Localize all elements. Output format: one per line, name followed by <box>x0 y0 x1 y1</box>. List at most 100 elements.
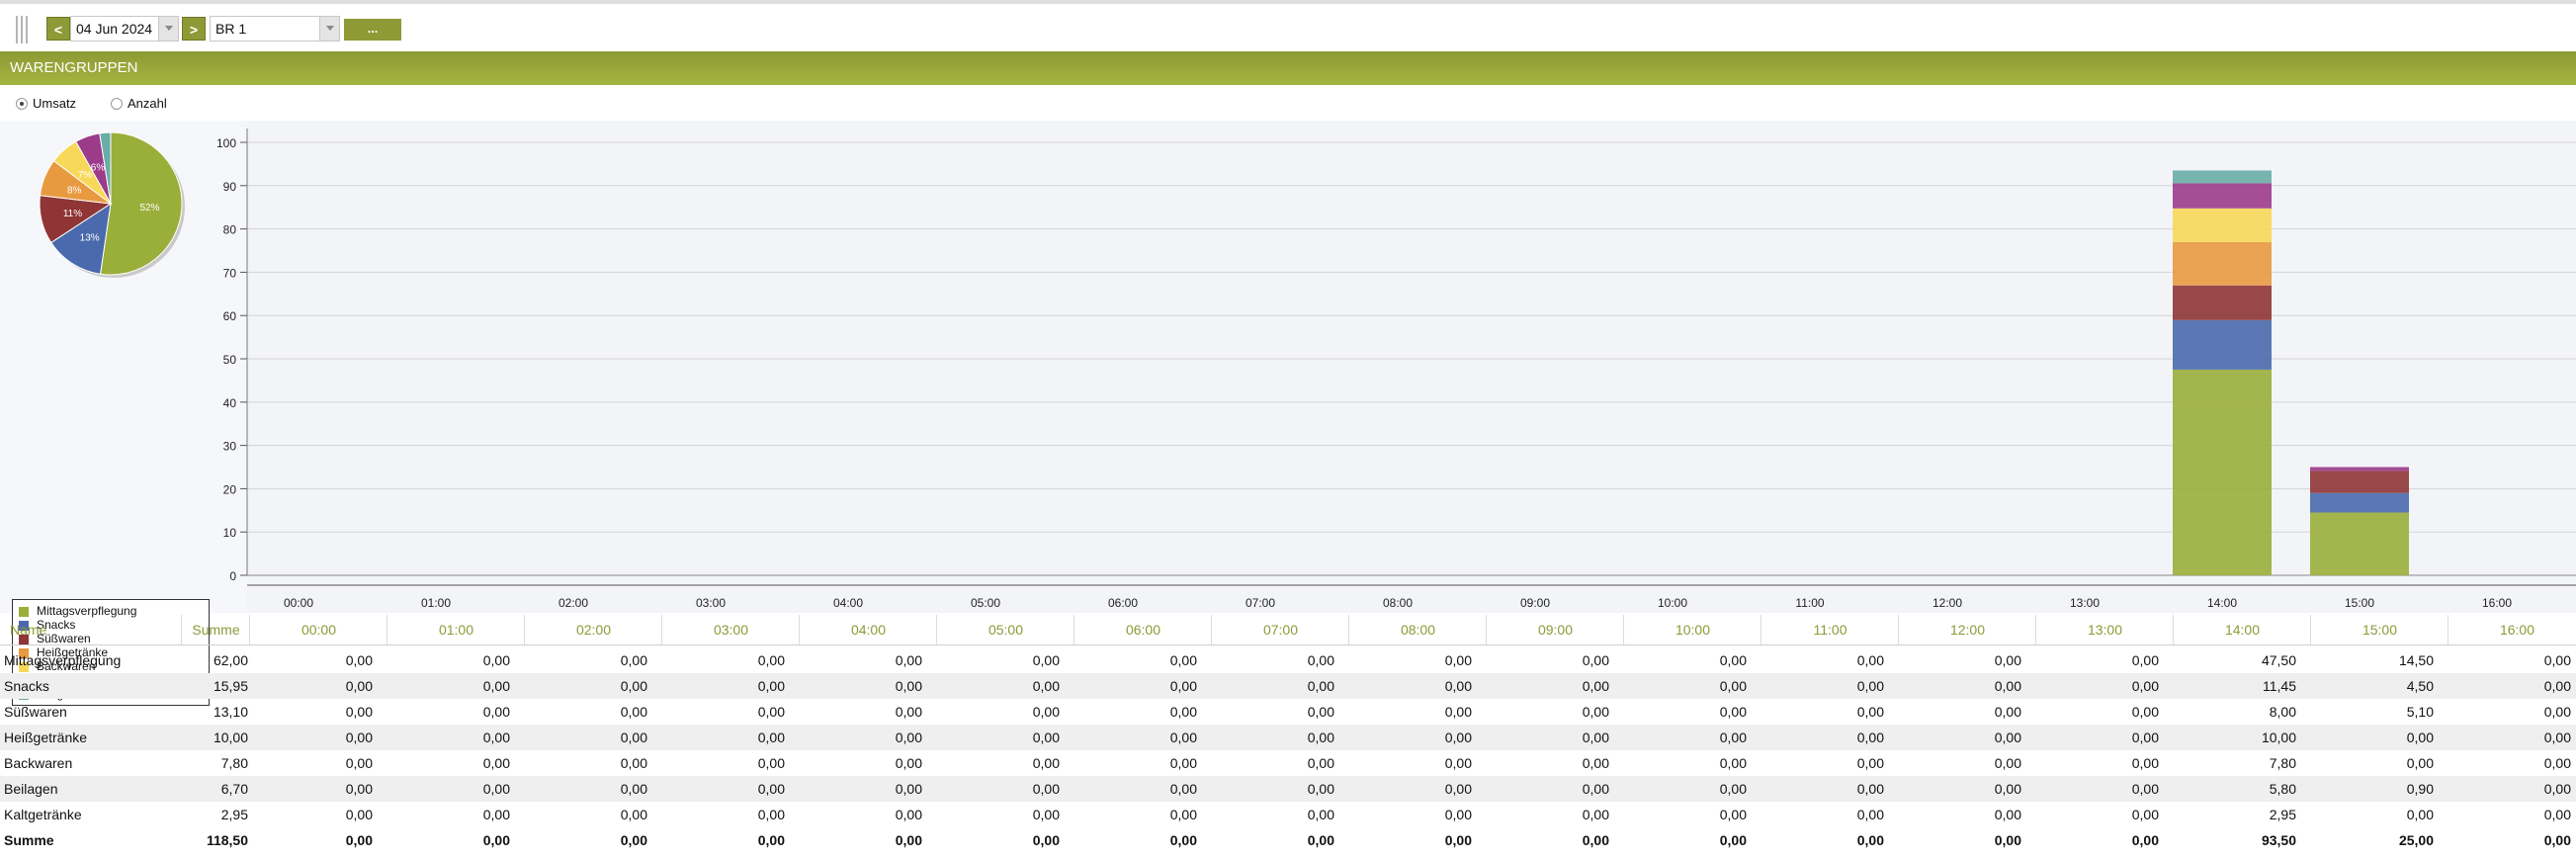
column-header-2[interactable]: 00:00 <box>249 615 387 644</box>
value-cell: 0,00 <box>529 750 647 776</box>
column-header-3[interactable]: 01:00 <box>386 615 525 644</box>
column-header-4[interactable]: 02:00 <box>524 615 662 644</box>
column-header-9[interactable]: 07:00 <box>1211 615 1349 644</box>
table-row[interactable]: Mittagsverpflegung62,000,000,000,000,000… <box>0 647 2576 673</box>
next-day-button[interactable]: > <box>182 17 206 41</box>
table-row[interactable]: Kaltgetränke2,950,000,000,000,000,000,00… <box>0 802 2576 827</box>
column-header-18[interactable]: 16:00 <box>2447 615 2576 644</box>
value-cell: 0,00 <box>1491 725 1609 750</box>
bar-15:00-Süßwaren[interactable] <box>2310 471 2409 492</box>
column-header-7[interactable]: 05:00 <box>936 615 1074 644</box>
column-header-12[interactable]: 10:00 <box>1623 615 1761 644</box>
x-tick-label-8: 08:00 <box>1383 596 1413 610</box>
radio-umsatz[interactable] <box>16 98 28 110</box>
column-header-11[interactable]: 09:00 <box>1486 615 1624 644</box>
column-header-16[interactable]: 14:00 <box>2173 615 2311 644</box>
value-cell: 0,00 <box>1216 750 1334 776</box>
bar-14:00-Kaltgetränke[interactable] <box>2173 170 2272 183</box>
value-cell: 0,00 <box>804 673 922 699</box>
value-cell: 0,00 <box>529 699 647 725</box>
bar-14:00-Beilagen[interactable] <box>2173 183 2272 208</box>
chevron-down-icon[interactable] <box>319 17 339 41</box>
value-cell: 0,00 <box>2452 673 2571 699</box>
value-cell: 0,00 <box>1353 673 1472 699</box>
table-row[interactable]: Snacks15,950,000,000,000,000,000,000,000… <box>0 673 2576 699</box>
value-cell: 0,00 <box>2452 827 2571 853</box>
bar-15:00-Mittagsverpflegung[interactable] <box>2310 512 2409 575</box>
value-cell: 0,00 <box>391 699 510 725</box>
value-cell: 0,00 <box>1078 776 1197 802</box>
column-header-1[interactable]: Summe <box>181 615 250 644</box>
column-header-17[interactable]: 15:00 <box>2310 615 2448 644</box>
bar-14:00-Heißgetränke[interactable] <box>2173 242 2272 286</box>
value-cell: 0,00 <box>941 725 1060 750</box>
value-cell: 8,00 <box>2178 699 2296 725</box>
row-name-cell: Snacks <box>4 673 49 699</box>
value-cell: 0,00 <box>1628 776 1747 802</box>
bar-14:00-Süßwaren[interactable] <box>2173 286 2272 320</box>
value-cell: 0,00 <box>1078 750 1197 776</box>
previous-day-button[interactable]: < <box>46 17 70 41</box>
drag-handle-icon[interactable] <box>14 16 28 43</box>
value-cell: 0,00 <box>1903 725 2021 750</box>
value-cell: 0,00 <box>1216 673 1334 699</box>
value-cell: 0,00 <box>1765 699 1884 725</box>
value-cell: 118,50 <box>129 827 248 853</box>
value-cell: 0,00 <box>2452 699 2571 725</box>
value-cell: 0,00 <box>529 725 647 750</box>
pie-label-3: 8% <box>67 185 82 196</box>
value-cell: 0,00 <box>2452 776 2571 802</box>
radio-anzahl[interactable] <box>111 98 123 110</box>
table-row[interactable]: Beilagen6,700,000,000,000,000,000,000,00… <box>0 776 2576 802</box>
table-row[interactable]: Süßwaren13,100,000,000,000,000,000,000,0… <box>0 699 2576 725</box>
value-cell: 0,00 <box>2040 647 2159 673</box>
section-title: WARENGRUPPEN <box>10 51 137 85</box>
row-name-cell: Kaltgetränke <box>4 802 82 827</box>
column-header-8[interactable]: 06:00 <box>1073 615 1212 644</box>
value-cell: 0,00 <box>254 725 373 750</box>
branch-select[interactable]: BR 1 <box>210 16 340 42</box>
radio-umsatz-label: Umsatz <box>33 96 76 111</box>
value-cell: 0,00 <box>666 827 785 853</box>
column-header-14[interactable]: 12:00 <box>1898 615 2036 644</box>
y-tick-label-3: 30 <box>223 440 237 454</box>
column-header-13[interactable]: 11:00 <box>1760 615 1899 644</box>
toolbar: < 04 Jun 2024 > BR 1 ... <box>0 4 2576 51</box>
chart-area: 52%13%11%8%7%6% 010203040506070809010000… <box>0 121 2576 613</box>
bar-15:00-Beilagen[interactable] <box>2310 468 2409 472</box>
value-cell: 5,80 <box>2178 776 2296 802</box>
row-name-cell: Beilagen <box>4 776 58 802</box>
value-cell: 0,00 <box>254 827 373 853</box>
value-cell: 0,00 <box>941 827 1060 853</box>
value-cell: 0,00 <box>529 802 647 827</box>
more-options-button[interactable]: ... <box>344 19 401 41</box>
value-cell: 11,45 <box>2178 673 2296 699</box>
bar-14:00-Snacks[interactable] <box>2173 320 2272 370</box>
bar-15:00-Snacks[interactable] <box>2310 493 2409 513</box>
value-cell: 10,00 <box>129 725 248 750</box>
chevron-down-icon[interactable] <box>158 17 178 41</box>
value-cell: 0,00 <box>1216 725 1334 750</box>
x-tick-label-11: 11:00 <box>1795 596 1824 610</box>
column-header-6[interactable]: 04:00 <box>799 615 937 644</box>
x-tick-label-13: 13:00 <box>2070 596 2100 610</box>
row-name-cell: Heißgetränke <box>4 725 87 750</box>
value-cell: 0,00 <box>254 802 373 827</box>
bar-14:00-Mittagsverpflegung[interactable] <box>2173 370 2272 575</box>
column-header-0[interactable]: Name <box>0 615 181 644</box>
table-row[interactable]: Heißgetränke10,000,000,000,000,000,000,0… <box>0 725 2576 750</box>
y-tick-label-10: 100 <box>216 136 236 150</box>
table-total-row: Summe118,500,000,000,000,000,000,000,000… <box>0 827 2576 853</box>
column-header-15[interactable]: 13:00 <box>2035 615 2174 644</box>
column-header-10[interactable]: 08:00 <box>1348 615 1487 644</box>
value-cell: 0,00 <box>529 647 647 673</box>
x-tick-label-9: 09:00 <box>1520 596 1550 610</box>
table-row[interactable]: Backwaren7,800,000,000,000,000,000,000,0… <box>0 750 2576 776</box>
x-tick-label-3: 03:00 <box>696 596 726 610</box>
bar-14:00-Backwaren[interactable] <box>2173 209 2272 242</box>
column-header-5[interactable]: 03:00 <box>661 615 800 644</box>
value-cell: 0,00 <box>1078 827 1197 853</box>
value-cell: 0,00 <box>1765 750 1884 776</box>
value-cell: 0,00 <box>2315 725 2434 750</box>
date-picker[interactable]: 04 Jun 2024 <box>70 16 179 42</box>
